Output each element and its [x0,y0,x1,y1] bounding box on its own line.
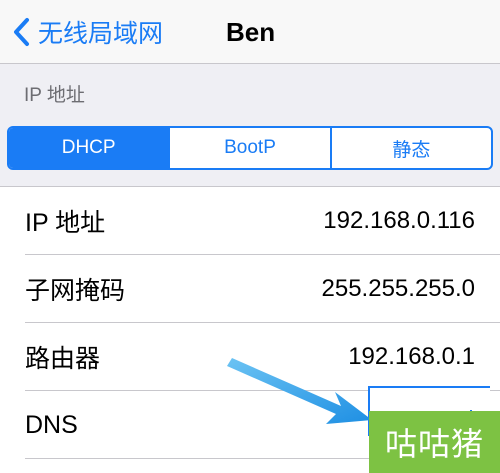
segment-bootp[interactable]: BootP [168,128,329,168]
watermark-badge: 咕咕猪 [369,411,500,473]
row-value: 192.168.0.1 [348,343,475,370]
watermark-text: 咕咕猪 [384,426,484,462]
back-button-label: 无线局域网 [38,20,164,48]
row-label: 路由器 [25,345,101,373]
page-title: Ben [226,16,276,47]
list-item-ip-address[interactable]: IP 地址 192.168.0.116 [0,187,500,255]
list-item-router[interactable]: 路由器 192.168.0.1 [0,323,500,391]
row-label: IP 地址 [25,209,106,237]
row-value: 192.168.0.116 [323,207,475,234]
row-label: 子网掩码 [25,277,126,305]
segment-static[interactable]: 静态 [329,128,491,168]
chevron-left-icon [14,18,29,46]
back-button[interactable]: 无线局域网 [12,0,163,64]
section-title: IP 地址 [24,85,85,106]
row-label: DNS [25,410,78,439]
ip-mode-segmented-control: DHCP BootP 静态 [7,126,493,170]
list-item-subnet-mask[interactable]: 子网掩码 255.255.255.0 [0,255,500,323]
segment-dhcp[interactable]: DHCP [9,128,169,168]
row-value: 255.255.255.0 [321,275,475,302]
navigation-bar: 无线局域网 Ben [0,0,500,64]
